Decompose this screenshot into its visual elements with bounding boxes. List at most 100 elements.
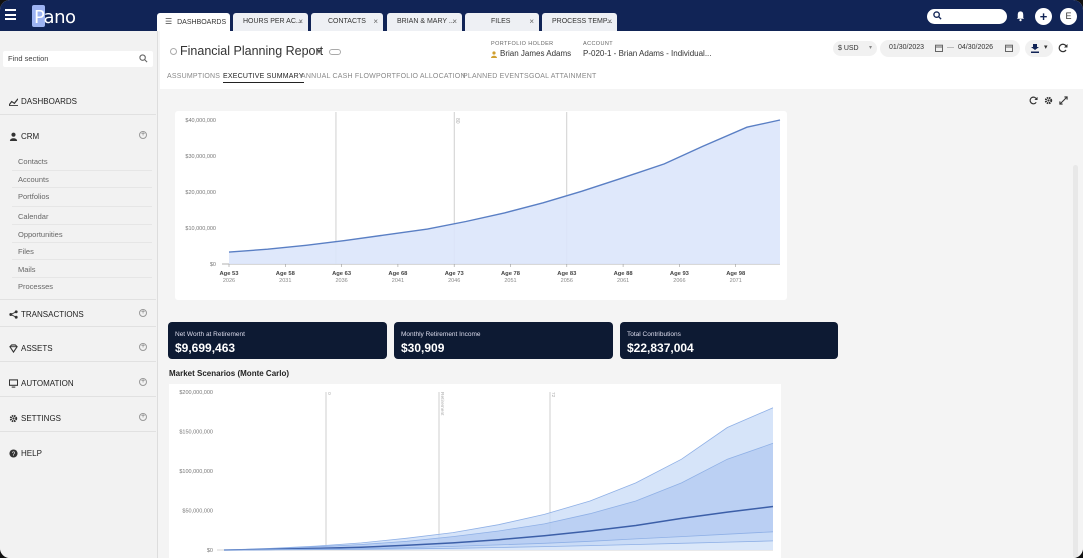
x-tick-label: Age 73 xyxy=(445,271,465,277)
close-icon[interactable]: × xyxy=(373,13,378,31)
divider xyxy=(12,170,152,171)
toggle-icon[interactable] xyxy=(329,49,341,55)
tab-portfolio-allocation[interactable]: PORTFOLIO ALLOCATION xyxy=(376,73,466,80)
chevron-down-icon: ▾ xyxy=(868,45,872,51)
date-from[interactable]: 01/30/2023 xyxy=(889,44,924,51)
chart-icon xyxy=(9,98,18,106)
x-tick-label: Age 78 xyxy=(501,271,521,277)
tab-goal-attainment[interactable]: GOAL ATTAINMENT xyxy=(529,73,596,80)
add-button[interactable]: + xyxy=(1035,8,1052,25)
search-icon xyxy=(933,11,942,20)
gear-icon xyxy=(9,414,18,423)
app-window: Pano ☰ DASHBOARDS HOURS PER AC... × CONT… xyxy=(0,0,1083,558)
sidebar-subitem-accounts[interactable]: Accounts xyxy=(18,175,49,184)
tab-label: FILES xyxy=(491,18,511,25)
calendar-icon[interactable] xyxy=(1005,44,1013,52)
tab-label: HOURS PER AC... xyxy=(243,18,302,25)
holder-value[interactable]: Brian James Adams xyxy=(500,49,571,58)
download-button[interactable]: ▾ xyxy=(1025,40,1053,57)
divider xyxy=(12,277,152,278)
y-tick-label: $0 xyxy=(207,548,213,554)
tab-planned-events[interactable]: PLANNED EVENTS xyxy=(463,73,529,80)
kpi-net-worth: Net Worth at Retirement $9,699,463 xyxy=(168,322,387,359)
x-tick-year-label: 2041 xyxy=(392,278,404,284)
bell-icon[interactable] xyxy=(1015,10,1026,22)
sidebar-item-settings[interactable]: SETTINGS + xyxy=(0,404,156,432)
x-tick-year-label: 2061 xyxy=(617,278,629,284)
expand-icon[interactable]: + xyxy=(139,413,147,421)
sidebar-subitem-processes[interactable]: Processes xyxy=(18,282,53,291)
search-icon xyxy=(139,54,148,63)
tab-annual-cash-flow[interactable]: ANNUAL CASH FLOW xyxy=(301,73,376,80)
currency-select[interactable]: $ USD ▾ xyxy=(833,41,877,56)
help-icon: ? xyxy=(9,449,18,458)
expand-icon[interactable]: + xyxy=(139,378,147,386)
x-tick-year-label: 2036 xyxy=(335,278,347,284)
date-range-picker[interactable]: 01/30/2023 — 04/30/2026 xyxy=(880,40,1020,57)
monitor-icon xyxy=(9,379,18,388)
pano-logo[interactable]: Pano xyxy=(28,3,78,29)
user-avatar[interactable]: E xyxy=(1060,8,1077,25)
tab-process-templates[interactable]: PROCESS TEMP... × xyxy=(542,13,617,31)
kpi-label: Monthly Retirement Income xyxy=(401,331,481,338)
sidebar-item-label: SETTINGS xyxy=(21,414,62,423)
sidebar-subitem-opportunities[interactable]: Opportunities xyxy=(18,230,63,239)
x-tick-year-label: 2066 xyxy=(673,278,685,284)
sidebar-item-label: CRM xyxy=(21,132,40,141)
sidebar-subitem-files[interactable]: Files xyxy=(18,247,34,256)
sidebar-item-dashboards[interactable]: DASHBOARDS xyxy=(0,87,156,115)
gear-icon[interactable] xyxy=(1044,96,1053,105)
sidebar-subitem-mails[interactable]: Mails xyxy=(18,265,36,274)
tab-contacts[interactable]: CONTACTS × xyxy=(311,13,383,31)
hamburger-menu-icon[interactable] xyxy=(5,9,16,20)
date-to[interactable]: 04/30/2026 xyxy=(958,44,993,51)
x-tick-label: Age 98 xyxy=(726,271,746,277)
close-icon[interactable]: × xyxy=(452,13,457,31)
kpi-monthly-income: Monthly Retirement Income $30,909 xyxy=(394,322,613,359)
global-search-input[interactable] xyxy=(927,9,1007,24)
x-tick-year-label: 2071 xyxy=(730,278,742,284)
scrollbar[interactable] xyxy=(1073,165,1078,558)
sidebar-item-crm[interactable]: CRM + xyxy=(0,122,156,152)
sidebar-subitem-portfolios[interactable]: Portfolios xyxy=(18,192,49,201)
account-label: ACCOUNT xyxy=(583,41,613,47)
kpi-value: $9,699,463 xyxy=(175,341,236,355)
sidebar-subitem-contacts[interactable]: Contacts xyxy=(18,157,48,166)
sidebar-item-help[interactable]: ? HELP xyxy=(0,439,156,467)
find-section-input[interactable]: Find section xyxy=(3,51,153,67)
sidebar-item-label: DASHBOARDS xyxy=(21,97,78,106)
sidebar-item-automation[interactable]: AUTOMATION + xyxy=(0,369,156,397)
page-title: Financial Planning Report xyxy=(180,44,324,58)
chevron-down-icon[interactable]: ▾ xyxy=(317,47,321,56)
y-tick-label: $100,000,000 xyxy=(179,469,213,475)
y-tick-label: $150,000,000 xyxy=(179,430,213,436)
share-icon xyxy=(9,310,18,319)
refresh-icon[interactable] xyxy=(1029,96,1038,105)
account-value[interactable]: P-020-1 - Brian Adams - Individual... xyxy=(583,49,712,58)
event-marker-label: 72 xyxy=(550,392,556,398)
calendar-icon[interactable] xyxy=(935,44,943,52)
expand-icon[interactable]: + xyxy=(139,309,147,317)
close-icon[interactable]: × xyxy=(298,13,303,31)
tab-assumptions[interactable]: ASSUMPTIONS xyxy=(167,73,220,80)
sidebar-item-label: HELP xyxy=(21,449,42,458)
diamond-icon xyxy=(9,344,18,353)
expand-icon[interactable]: + xyxy=(139,343,147,351)
sidebar-item-transactions[interactable]: TRANSACTIONS + xyxy=(0,299,156,327)
close-icon[interactable]: × xyxy=(529,13,534,31)
kpi-total-contributions: Total Contributions $22,837,004 xyxy=(620,322,838,359)
tab-executive-summary[interactable]: EXECUTIVE SUMMARY xyxy=(223,73,304,83)
sidebar-subitem-calendar[interactable]: Calendar xyxy=(18,212,48,221)
x-tick-year-label: 2051 xyxy=(504,278,516,284)
sidebar-item-assets[interactable]: ASSETS + xyxy=(0,334,156,362)
tab-brian-mary[interactable]: BRIAN & MARY ... × xyxy=(387,13,462,31)
top-bar: Pano ☰ DASHBOARDS HOURS PER AC... × CONT… xyxy=(0,0,1083,31)
refresh-icon[interactable] xyxy=(1058,43,1068,53)
tab-files[interactable]: FILES × xyxy=(465,13,539,31)
tab-dashboards[interactable]: ☰ DASHBOARDS xyxy=(157,13,230,31)
close-icon[interactable]: × xyxy=(607,13,612,31)
expand-icon[interactable] xyxy=(1059,96,1068,105)
expand-icon[interactable]: + xyxy=(139,131,147,139)
tab-hours[interactable]: HOURS PER AC... × xyxy=(233,13,308,31)
status-dot-icon xyxy=(170,48,177,55)
